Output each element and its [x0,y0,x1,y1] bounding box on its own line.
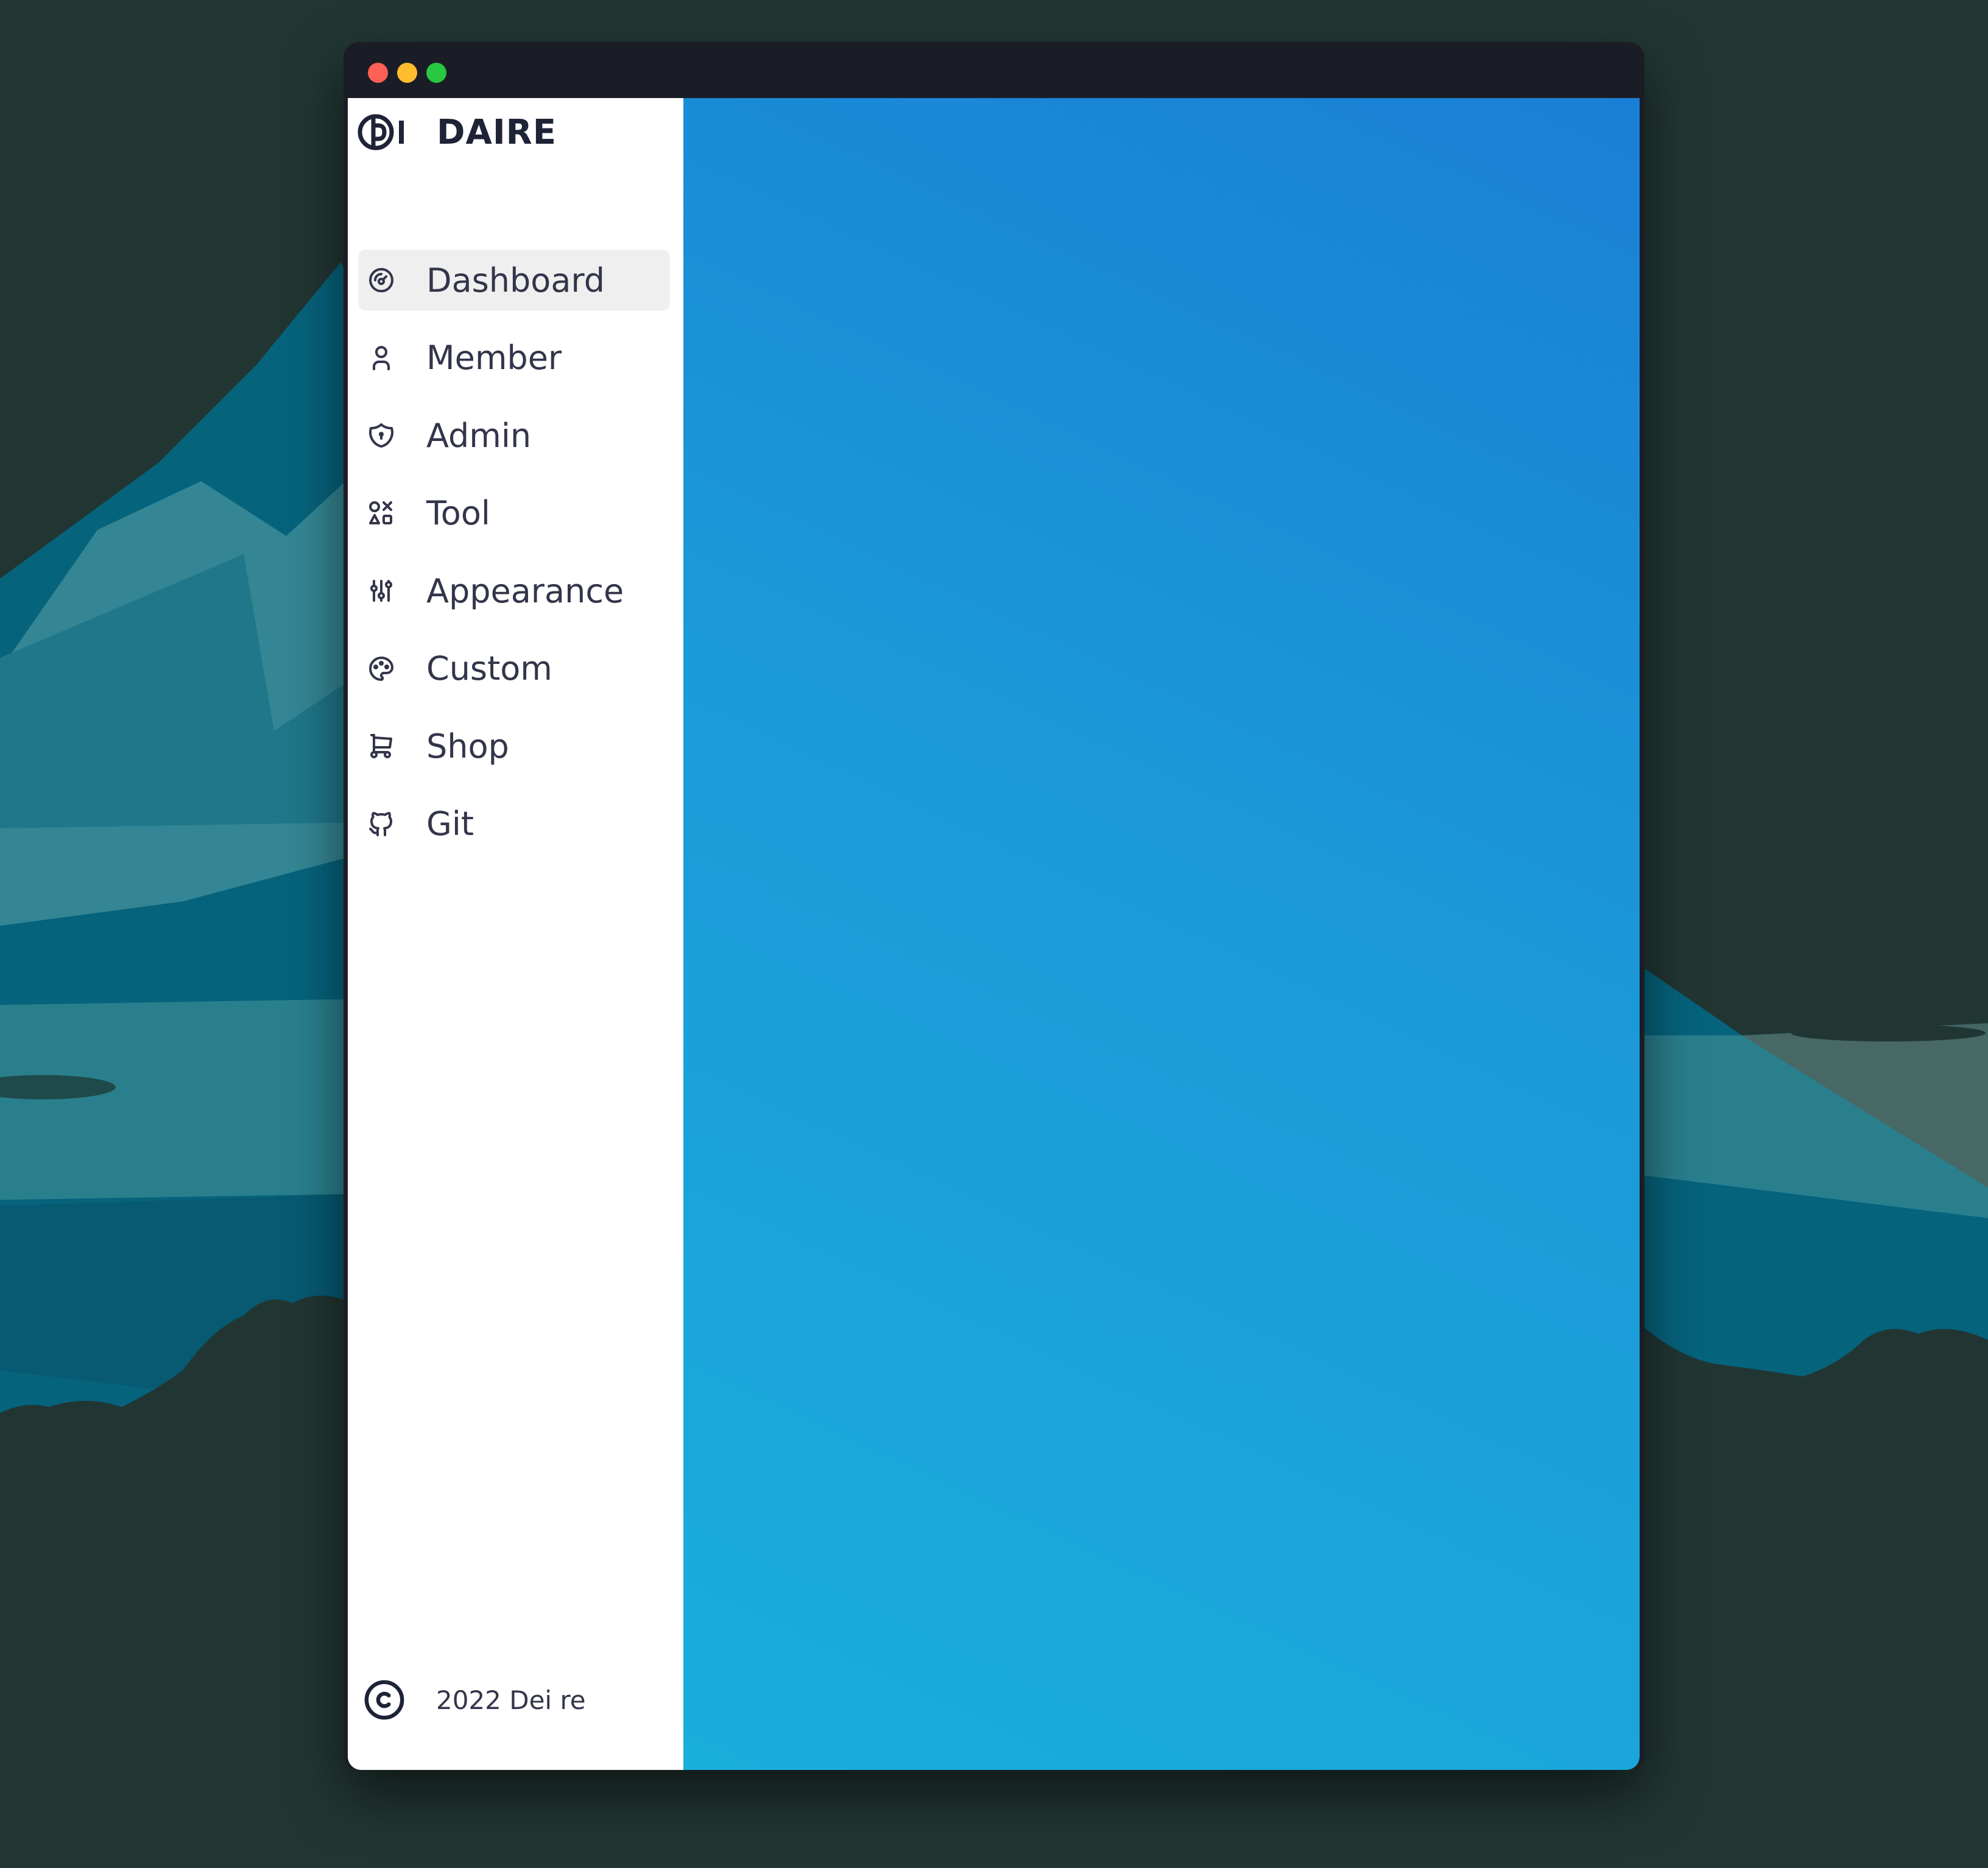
close-window-button[interactable] [368,63,388,83]
shapes-icon [364,496,398,530]
copyright-text: 2022 Dei re [436,1685,586,1715]
app-window: DAIRE Dashboard Member Admin Tool Appear… [344,42,1644,1770]
maximize-window-button[interactable] [426,63,446,83]
sidebar-item-admin[interactable]: Admin [358,405,670,466]
shield-icon [364,418,398,453]
sidebar-item-label: Admin [426,416,532,455]
gauge-icon [364,263,398,297]
title-bar[interactable] [344,42,1644,98]
copyright-icon [364,1680,404,1720]
main-content-area [683,98,1640,1770]
sidebar-item-label: Tool [426,494,490,532]
sidebar-nav: Dashboard Member Admin Tool Appearance C… [358,250,670,871]
sidebar-item-label: Appearance [426,571,624,610]
sidebar-item-appearance[interactable]: Appearance [358,560,670,621]
sidebar-footer: 2022 Dei re [363,1676,586,1724]
cart-icon [364,729,398,763]
sidebar-item-label: Member [426,339,562,377]
brand-name: DAIRE [437,112,557,152]
sidebar-item-git[interactable]: Git [358,794,670,855]
window-content: DAIRE Dashboard Member Admin Tool Appear… [348,98,1640,1770]
sidebar-item-dashboard[interactable]: Dashboard [358,250,670,311]
sidebar-item-label: Git [426,805,474,843]
sidebar-item-member[interactable]: Member [358,328,670,389]
daire-logo-icon [358,114,404,150]
sliders-icon [364,574,398,608]
sidebar-item-tool[interactable]: Tool [358,483,670,544]
sidebar-item-custom[interactable]: Custom [358,638,670,699]
palette-icon [364,652,398,686]
sidebar-item-shop[interactable]: Shop [358,716,670,777]
github-icon [364,807,398,841]
sidebar: DAIRE Dashboard Member Admin Tool Appear… [348,98,683,1770]
user-icon [364,341,398,375]
sidebar-item-label: Shop [426,727,509,766]
brand[interactable]: DAIRE [356,109,557,155]
sidebar-item-label: Dashboard [426,261,605,300]
sidebar-item-label: Custom [426,649,552,688]
minimize-window-button[interactable] [397,63,417,83]
